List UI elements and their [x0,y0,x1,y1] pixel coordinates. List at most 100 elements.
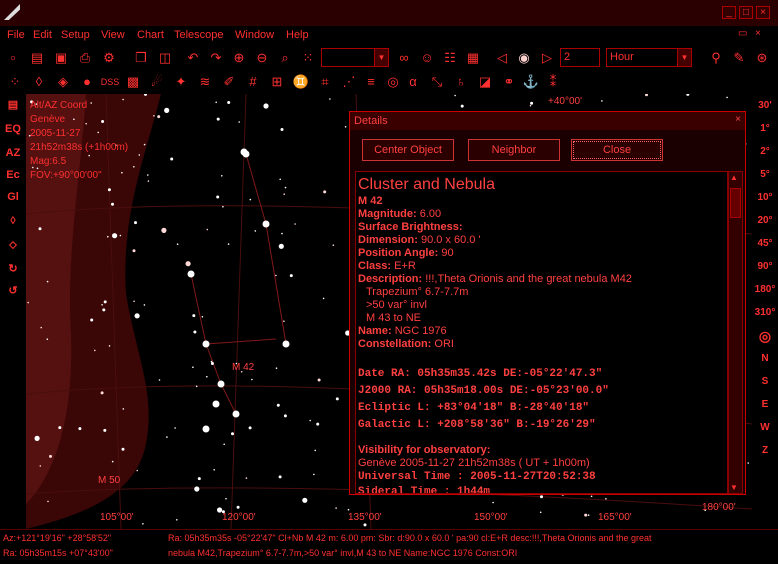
milkyway-icon[interactable]: ≋ [196,73,214,91]
link-icon[interactable]: ⚭ [500,73,518,91]
close-icon[interactable]: × [735,114,741,125]
boundary-icon[interactable]: ⌗ [316,73,334,91]
telescope-icon[interactable]: ⚲ [707,49,725,67]
menu-help[interactable]: Help [286,29,309,41]
time-unit-select[interactable]: Hour ▼ [606,48,692,67]
zenith-button[interactable]: Z [752,441,778,461]
fov-90deg-button[interactable]: 90° [752,257,778,277]
window-icon[interactable]: ◫ [156,49,174,67]
object-combo[interactable]: ▼ [321,48,389,67]
settings-gear-icon[interactable]: ⚙ [100,49,118,67]
saturn-icon[interactable]: ♄ [452,73,470,91]
step-back-icon[interactable]: ◁ [493,49,511,67]
menu-setup[interactable]: Setup [61,29,90,41]
target-icon[interactable]: ⊛ [753,49,771,67]
mdi-close-icon[interactable]: × [755,28,761,39]
planet-icon[interactable]: ● [78,73,96,91]
dss-button[interactable]: DSS [100,73,120,91]
print-icon[interactable]: ⎙ [76,49,94,67]
ec-button[interactable]: Ec [4,166,22,184]
m50-label[interactable]: M 50 [98,475,120,486]
fov-45deg-button[interactable]: 45° [752,234,778,254]
field-icon[interactable]: ⁙ [299,49,317,67]
az-button[interactable]: AZ [4,144,22,162]
menu-edit[interactable]: Edit [33,29,52,41]
ecliptic-icon[interactable]: ⋰ [340,73,358,91]
fov-20deg-button[interactable]: 20° [752,211,778,231]
chart-info-icon[interactable]: ▤ [4,96,22,114]
m42-label[interactable]: M 42 [232,362,254,373]
circle-target-icon[interactable]: ◎ [384,73,402,91]
details-scrollbar[interactable]: ▲ ▼ [728,171,743,494]
now-clock-icon[interactable]: ◉ [515,49,533,67]
horizon-icon[interactable]: ≡ [362,73,380,91]
scroll-down-icon[interactable]: ▼ [730,483,738,492]
menu-file[interactable]: File [7,29,25,41]
north-button[interactable]: N [752,349,778,369]
tool-icon[interactable]: ✎ [730,49,748,67]
menu-chart[interactable]: Chart [137,29,164,41]
fov-2deg-button[interactable]: 2° [752,142,778,162]
galaxy-icon[interactable]: ◈ [54,73,72,91]
close-window-button[interactable]: × [756,6,770,19]
fov-1deg-button[interactable]: 1° [752,119,778,139]
fov-310deg-button[interactable]: 310° [752,303,778,323]
close-button[interactable]: Close [571,139,663,161]
south-button[interactable]: S [752,372,778,392]
center-object-button[interactable]: Center Object [362,139,454,161]
redo-icon[interactable]: ↷ [207,49,225,67]
list-icon[interactable]: ☷ [441,49,459,67]
zoom-in-icon[interactable]: ⊕ [230,49,248,67]
fov-180deg-button[interactable]: 180° [752,280,778,300]
asteroid-icon[interactable]: ✦ [172,73,190,91]
eq-button[interactable]: EQ [4,120,22,138]
open-icon[interactable]: ▤ [28,49,46,67]
mdi-restore-icon[interactable]: ▭ [738,28,747,39]
save-icon[interactable]: ▣ [52,49,70,67]
flip-vertical-icon[interactable]: ⬦ [4,236,22,254]
scroll-up-icon[interactable]: ▲ [730,173,738,182]
undo-icon[interactable]: ↶ [184,49,202,67]
menu-telescope[interactable]: Telescope [174,29,224,41]
fov-5deg-button[interactable]: 5° [752,165,778,185]
neighbor-button[interactable]: Neighbor [468,139,560,161]
menu-window[interactable]: Window [235,29,274,41]
minimize-button[interactable]: _ [722,6,736,19]
binoculars-icon[interactable]: ∞ [395,49,413,67]
search-icon[interactable]: ⌕ [276,49,294,67]
constellation-icon[interactable]: ♊ [292,73,310,91]
star [176,519,178,521]
stars-icon[interactable]: ⁘ [6,73,24,91]
fov-10deg-button[interactable]: 10° [752,188,778,208]
maximize-button[interactable]: □ [739,6,753,19]
nebula-icon[interactable]: ◊ [30,73,48,91]
rotate-cw-icon[interactable]: ↻ [4,260,22,278]
contrast-icon[interactable]: ◪ [476,73,494,91]
copy-icon[interactable]: ❐ [132,49,150,67]
compass-icon[interactable]: ◎ [752,326,778,346]
flip-icon[interactable]: ⤡ [428,73,446,91]
east-button[interactable]: E [752,395,778,415]
comet-icon[interactable]: ☄ [148,73,166,91]
gl-button[interactable]: Gl [4,188,22,206]
step-forward-icon[interactable]: ▷ [538,49,556,67]
label-icon[interactable]: ⁑ [544,73,562,91]
alpha-label[interactable]: α [404,73,422,91]
fov-30min-button[interactable]: 30' [752,96,778,116]
flip-horizontal-icon[interactable]: ◊ [4,212,22,230]
pencil-icon[interactable]: ✐ [220,73,238,91]
time-step-input[interactable]: 2 [560,48,600,67]
scroll-thumb[interactable] [730,188,741,218]
calendar-icon[interactable]: ▦ [464,49,482,67]
menu-view[interactable]: View [101,29,125,41]
new-chart-icon[interactable]: ▫ [4,49,22,67]
eq-grid-icon[interactable]: ⊞ [268,73,286,91]
image-icon[interactable]: ▩ [124,73,142,91]
rotate-ccw-icon[interactable]: ↺ [4,282,22,300]
west-button[interactable]: W [752,418,778,438]
observer-icon[interactable]: ☺ [418,49,436,67]
details-body[interactable]: Cluster and Nebula M 42 Magnitude: 6.00 … [355,171,728,494]
zoom-out-icon[interactable]: ⊖ [253,49,271,67]
grid-icon[interactable]: # [244,73,262,91]
anchor-icon[interactable]: ⚓ [522,73,540,91]
